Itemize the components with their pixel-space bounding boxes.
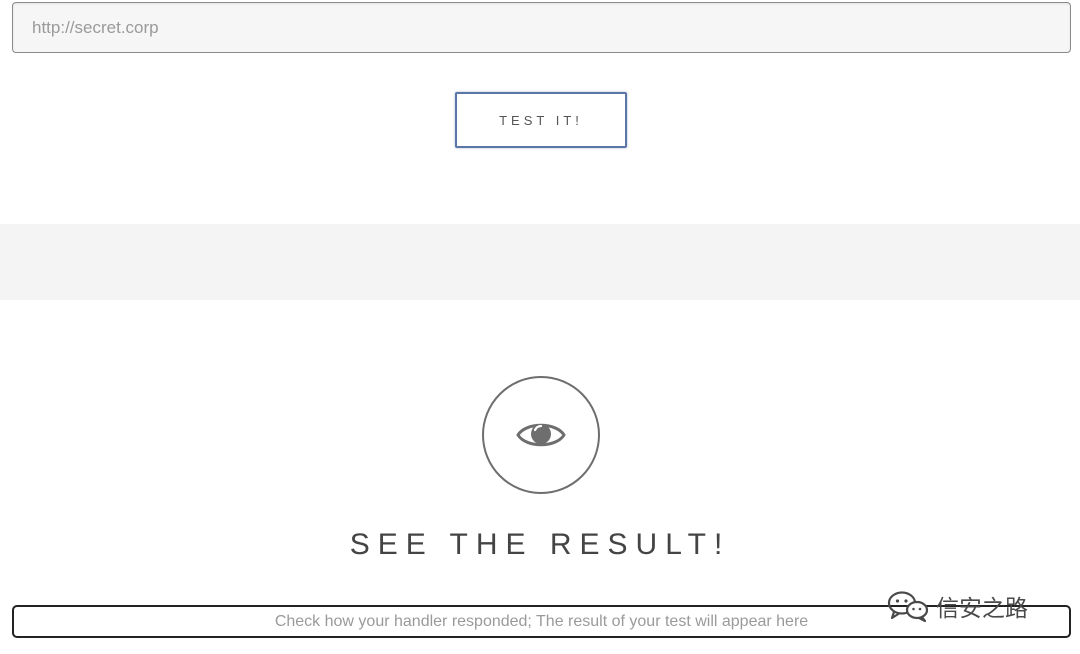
eye-badge <box>482 376 600 494</box>
watermark-text: 信安之路 <box>936 596 1028 622</box>
page: TEST IT! SEE THE RESULT! Check how your … <box>0 0 1080 654</box>
result-title: SEE THE RESULT! <box>349 528 731 561</box>
wechat-icon <box>887 591 929 623</box>
url-input[interactable] <box>12 2 1071 53</box>
test-it-button[interactable]: TEST IT! <box>455 92 627 148</box>
result-message: Check how your handler responded; The re… <box>274 612 809 630</box>
watermark: 信安之路 <box>886 588 1028 624</box>
divider-band <box>0 224 1080 300</box>
eye-icon <box>516 423 566 447</box>
